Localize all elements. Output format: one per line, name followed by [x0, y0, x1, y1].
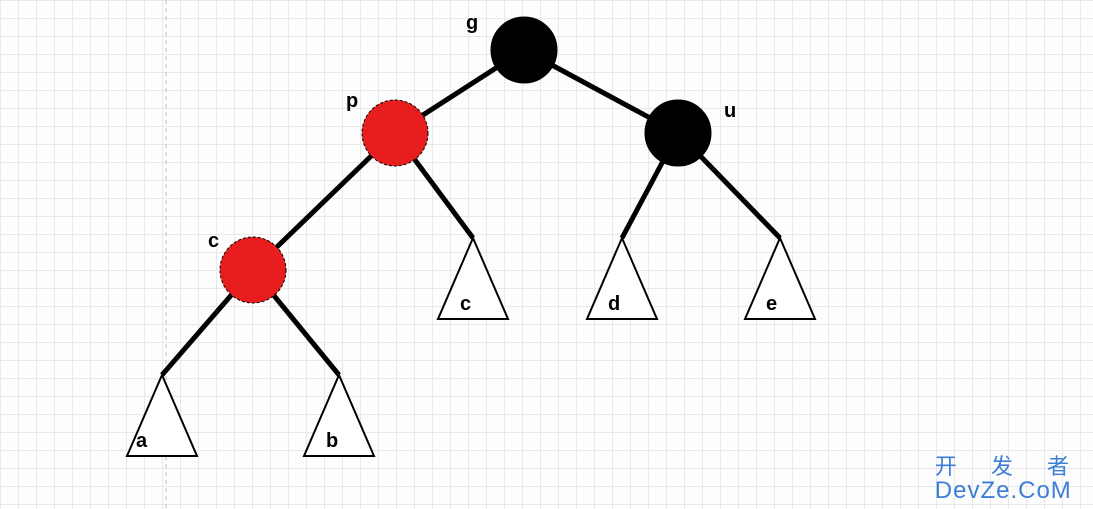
tree-svg	[0, 0, 1093, 509]
node-g	[491, 17, 557, 83]
edge-u-sd	[622, 133, 678, 238]
label-node-u: u	[724, 100, 736, 123]
watermark-line2: DevZe.CoM	[935, 478, 1083, 503]
edge-c-sb	[253, 270, 339, 375]
subtree-e	[745, 238, 815, 319]
label-subtree-b: b	[326, 430, 338, 453]
edge-g-p	[395, 50, 524, 133]
label-subtree-d: d	[608, 293, 620, 316]
edge-g-u	[524, 50, 678, 133]
label-subtree-c: c	[460, 293, 471, 316]
edge-u-se	[678, 133, 780, 238]
edge-p-c	[253, 133, 395, 270]
watermark: 开 发 者 DevZe.CoM	[935, 455, 1083, 503]
subtree-b	[304, 375, 374, 456]
label-node-c: c	[208, 230, 219, 253]
edge-p-sc	[395, 133, 473, 238]
edge-c-sa	[162, 270, 253, 375]
watermark-line1: 开 发 者	[935, 455, 1083, 478]
label-node-g: g	[466, 12, 478, 35]
label-node-p: p	[346, 90, 358, 113]
node-p	[362, 100, 428, 166]
subtree-d	[587, 238, 657, 319]
label-subtree-a: a	[136, 430, 147, 453]
node-c	[220, 237, 286, 303]
diagram-canvas: g p u c a b c d e 开 发 者 DevZe.CoM	[0, 0, 1093, 509]
node-u	[645, 100, 711, 166]
subtree-c	[438, 238, 508, 319]
label-subtree-e: e	[766, 293, 777, 316]
